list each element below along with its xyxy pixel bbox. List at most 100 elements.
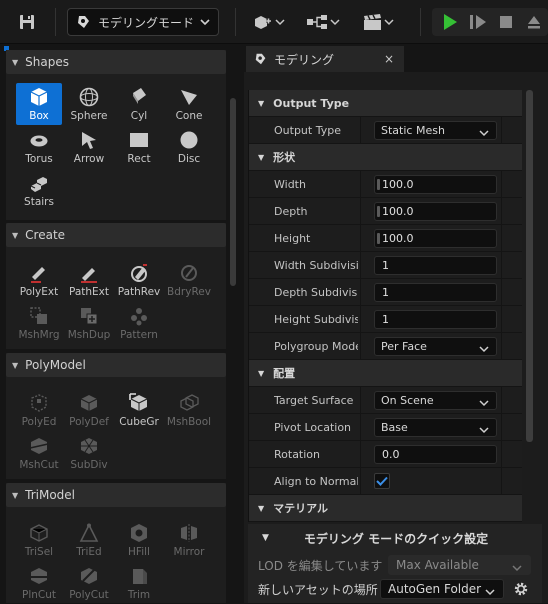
tool-subdivide[interactable]: SubDiv	[66, 432, 112, 474]
polymodel-header[interactable]: ▼ PolyModel	[6, 353, 226, 377]
tool-bdryrev[interactable]: BdryRev	[166, 259, 212, 301]
mode-dropdown[interactable]: モデリングモード	[67, 8, 219, 36]
tool-disc[interactable]: Disc	[166, 126, 212, 168]
row-width: Width 100.0	[249, 171, 522, 198]
category-shape[interactable]: ▼ 形状	[249, 144, 522, 171]
chevron-down-icon	[479, 126, 489, 143]
trim-icon	[133, 569, 147, 584]
tool-sphere[interactable]: Sphere	[66, 83, 112, 125]
shapes-header[interactable]: ▼ Shapes	[6, 50, 226, 74]
tool-meshcut[interactable]: MshCut	[16, 432, 62, 474]
meshmerge-icon	[30, 307, 47, 324]
width-subdivisions-input[interactable]: 1	[374, 256, 497, 275]
tool-polyext[interactable]: PolyExt	[16, 259, 62, 301]
width-input[interactable]: 100.0	[374, 175, 497, 194]
tool-planecut[interactable]: PlnCut	[16, 562, 62, 604]
tool-meshboolean[interactable]: MshBool	[166, 389, 212, 431]
pattern-icon	[131, 308, 147, 326]
polycut-icon	[81, 568, 97, 584]
create-header[interactable]: ▼ Create	[6, 223, 226, 247]
tab-bar: モデリング ×	[244, 46, 548, 72]
lod-combo[interactable]: Max Available	[388, 555, 531, 575]
stop-icon[interactable]	[494, 8, 518, 36]
tool-torus[interactable]: Torus	[16, 126, 62, 168]
tool-meshmerge[interactable]: MshMrg	[16, 302, 62, 344]
depth-subdivisions-input[interactable]: 1	[374, 283, 497, 302]
mirror-icon	[181, 524, 197, 542]
modeling-mode-icon	[254, 52, 268, 66]
depth-input[interactable]: 100.0	[374, 202, 497, 221]
height-subdivisions-input[interactable]: 1	[374, 310, 497, 329]
details-scrollbar[interactable]	[526, 90, 533, 442]
tool-stairs[interactable]: Stairs	[16, 169, 62, 211]
blueprint-button[interactable]	[302, 8, 344, 36]
palette-scrollbar[interactable]	[230, 98, 236, 286]
add-actor-button[interactable]	[250, 8, 288, 36]
play-icon[interactable]	[438, 8, 462, 36]
tool-box[interactable]: Box	[16, 83, 62, 125]
collapse-triangle-icon: ▼	[258, 503, 265, 513]
save-icon[interactable]	[14, 8, 40, 36]
tool-holefill[interactable]: HFill	[116, 519, 162, 561]
disc-icon	[180, 131, 198, 149]
row-output-type: Output Type Static Mesh	[249, 117, 522, 144]
row-depth: Depth 100.0	[249, 198, 522, 225]
modeling-mode-icon	[76, 14, 92, 30]
row-height-subdivisions: Height Subdivisions 1	[249, 306, 522, 333]
align-to-normal-checkbox[interactable]	[374, 473, 390, 489]
chevron-down-icon	[479, 342, 489, 359]
collapse-triangle-icon: ▼	[12, 57, 19, 67]
output-type-combo[interactable]: Static Mesh	[374, 121, 497, 140]
tool-polycut[interactable]: PolyCut	[66, 562, 112, 604]
category-placement[interactable]: ▼ 配置	[249, 360, 522, 387]
tool-rect[interactable]: Rect	[116, 126, 162, 168]
asset-location-row: 新しいアセットの場所	[258, 578, 378, 600]
eject-icon[interactable]	[522, 8, 546, 36]
tab-modeling[interactable]: モデリング ×	[246, 46, 404, 72]
tool-triedit[interactable]: TriEd	[66, 519, 112, 561]
chevron-down-icon	[479, 423, 489, 440]
tool-polydeform[interactable]: PolyDef	[66, 389, 112, 431]
tool-cone[interactable]: Cone	[166, 83, 212, 125]
close-icon[interactable]: ×	[384, 52, 394, 66]
row-polygroup-mode: Polygroup Mode Per Face	[249, 333, 522, 360]
create-section: ▼ Create PolyExt PathExt PathRev BdryRev …	[6, 223, 226, 349]
asset-location-combo[interactable]: AutoGen Folder	[380, 579, 504, 599]
tool-mirror[interactable]: Mirror	[166, 519, 212, 561]
category-output-type[interactable]: ▼ Output Type	[249, 90, 522, 117]
planecut-icon	[30, 568, 48, 584]
rotation-input[interactable]: 0.0	[374, 445, 497, 464]
modeling-tools-palette: ▼ Shapes Box Sphere Cyl Cone Torus Arrow …	[0, 46, 240, 603]
pathrev-icon	[131, 264, 147, 282]
row-height: Height 100.0	[249, 225, 522, 252]
tool-arrow[interactable]: Arrow	[66, 126, 112, 168]
polyedit-icon	[31, 394, 47, 412]
meshcut-icon	[29, 438, 49, 454]
tool-pathext[interactable]: PathExt	[66, 259, 112, 301]
tool-pathrev[interactable]: PathRev	[116, 259, 162, 301]
chevron-down-icon	[479, 396, 489, 413]
tool-cubegrid[interactable]: CubeGr	[116, 389, 162, 431]
target-surface-combo[interactable]: On Scene	[374, 391, 497, 410]
polydeform-icon	[80, 395, 98, 411]
step-icon[interactable]	[466, 8, 490, 36]
tool-polyedit[interactable]: PolyEd	[16, 389, 62, 431]
quick-settings-header[interactable]: ▼ モデリング モードのクイック設定	[248, 526, 542, 550]
tool-meshdup[interactable]: MshDup	[66, 302, 112, 344]
asset-location-label: 新しいアセットの場所	[258, 582, 378, 597]
gear-icon[interactable]	[513, 581, 529, 597]
polygroup-mode-combo[interactable]: Per Face	[374, 337, 497, 356]
pivot-location-combo[interactable]: Base	[374, 418, 497, 437]
tool-trim[interactable]: Trim	[116, 562, 162, 604]
category-material[interactable]: ▼ マテリアル	[249, 495, 522, 522]
tool-pattern[interactable]: Pattern	[116, 302, 162, 344]
cone-icon	[181, 90, 197, 105]
height-input[interactable]: 100.0	[374, 229, 497, 248]
row-width-subdivisions: Width Subdivisions 1	[249, 252, 522, 279]
tool-cylinder[interactable]: Cyl	[116, 83, 162, 125]
trimodel-header[interactable]: ▼ TriModel	[6, 483, 226, 507]
tool-triselect[interactable]: TriSel	[16, 519, 62, 561]
cinematics-button[interactable]	[358, 8, 398, 36]
row-depth-subdivisions: Depth Subdivisions 1	[249, 279, 522, 306]
cylinder-icon	[133, 88, 146, 104]
